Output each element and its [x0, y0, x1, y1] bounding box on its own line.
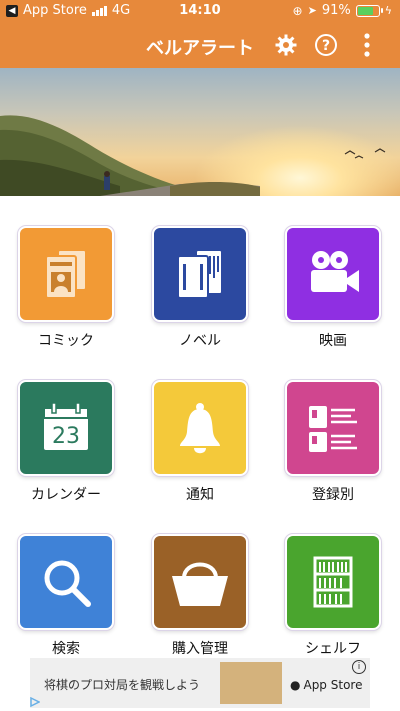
nav-bar: ベルアラート ?: [0, 22, 400, 68]
calendar-icon: 23: [18, 380, 114, 476]
menu-item-label: 登録別: [312, 487, 354, 503]
orientation-lock-icon: ⊕: [292, 3, 303, 18]
movie-camera-icon: [285, 226, 381, 322]
shogi-board-image: [220, 662, 282, 704]
menu-item-comic[interactable]: コミック: [6, 226, 126, 350]
bell-icon: [152, 380, 248, 476]
ad-store-button[interactable]: ● App Store: [290, 678, 362, 692]
svg-text:23: 23: [52, 424, 80, 449]
help-icon[interactable]: ?: [313, 32, 339, 58]
comic-icon: [18, 226, 114, 322]
menu-item-label: コミック: [38, 333, 94, 349]
page-title: ベルアラート: [146, 38, 254, 59]
status-bar: ◀ App Store 4G 14:10 ⊕ ➤ 91% ϟ: [0, 0, 400, 22]
more-icon[interactable]: [354, 32, 380, 58]
hero-banner-image: [0, 68, 400, 196]
novel-icon: [152, 226, 248, 322]
search-icon: [18, 534, 114, 630]
menu-item-label: 検索: [52, 641, 80, 657]
location-icon: ➤: [307, 4, 317, 17]
ad-store-label: App Store: [303, 678, 363, 692]
menu-item-novel[interactable]: ノベル: [140, 226, 260, 350]
ad-text: 将棋のプロ対局を観戦しよう: [44, 678, 201, 692]
menu-item-label: 映画: [319, 333, 347, 349]
svg-text:?: ?: [322, 38, 330, 54]
menu-item-label: 通知: [186, 487, 214, 503]
ad-banner[interactable]: 将棋のプロ対局を観戦しよう ● App Store i: [30, 658, 370, 708]
menu-item-label: シェルフ: [305, 641, 361, 657]
list-icon: [285, 380, 381, 476]
menu-item-calendar[interactable]: 23 カレンダー: [6, 380, 126, 504]
menu-item-movie-camera[interactable]: 映画: [273, 226, 393, 350]
basket-icon: [152, 534, 248, 630]
charging-icon: ϟ: [384, 4, 392, 17]
menu-item-label: ノベル: [179, 333, 221, 349]
battery-percent: 91%: [321, 3, 351, 18]
gear-icon[interactable]: [273, 32, 299, 58]
ad-info-icon[interactable]: i: [352, 660, 366, 674]
menu-item-bookshelf[interactable]: シェルフ: [273, 534, 393, 658]
apple-icon: ●: [290, 678, 301, 692]
ad-choices-icon[interactable]: [30, 697, 40, 707]
menu-item-list[interactable]: 登録別: [273, 380, 393, 504]
menu-item-search[interactable]: 検索: [6, 534, 126, 658]
menu-item-bell[interactable]: 通知: [140, 380, 260, 504]
menu-item-label: カレンダー: [31, 487, 101, 503]
battery-icon: [355, 4, 383, 17]
bookshelf-icon: [285, 534, 381, 630]
menu-item-basket[interactable]: 購入管理: [140, 534, 260, 658]
menu-item-label: 購入管理: [172, 641, 228, 657]
